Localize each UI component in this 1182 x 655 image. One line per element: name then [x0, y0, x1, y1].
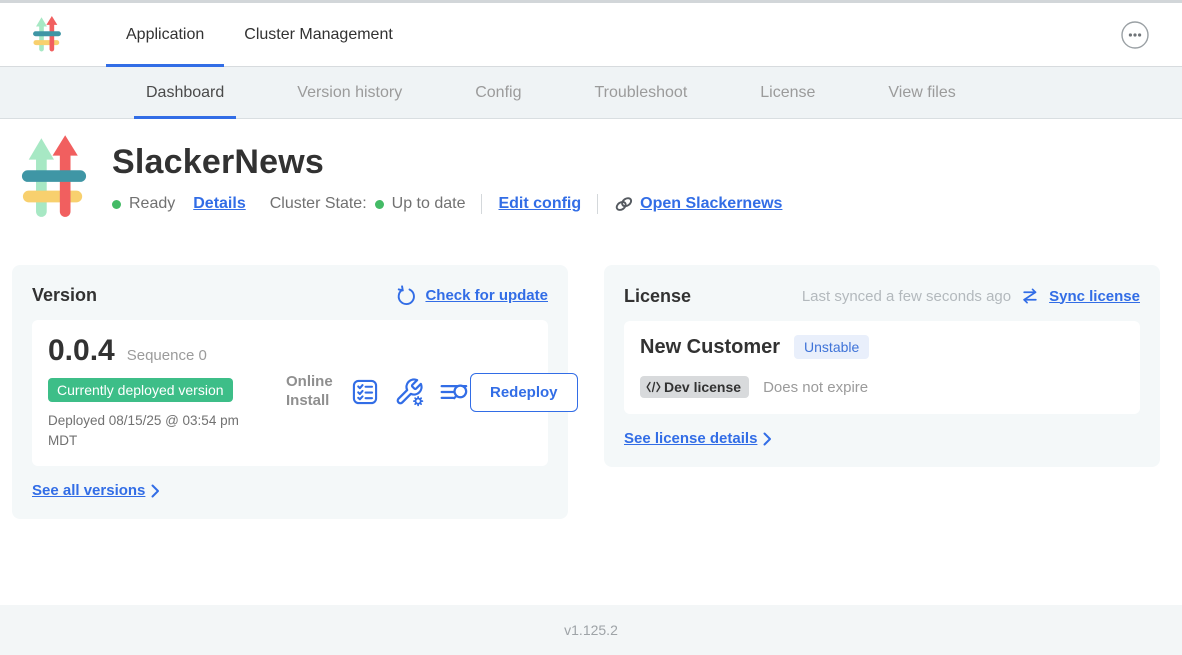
customer-name: New Customer	[640, 336, 780, 359]
check-for-update-link[interactable]: Check for update	[425, 287, 548, 304]
subtab-dashboard[interactable]: Dashboard	[134, 67, 236, 118]
divider	[481, 194, 482, 214]
more-menu-button[interactable]	[1120, 20, 1150, 50]
version-card-header: Version Check for update	[32, 285, 548, 306]
see-license-details-link[interactable]: See license details	[624, 430, 757, 447]
license-card-header: License Last synced a few seconds ago Sy…	[624, 285, 1140, 307]
deployed-badge: Currently deployed version	[48, 378, 233, 402]
app-status-text: Ready	[129, 195, 175, 213]
top-tabs: Application Cluster Management	[106, 3, 413, 66]
divider	[597, 194, 598, 214]
chevron-right-icon	[151, 484, 160, 498]
subtab-config[interactable]: Config	[463, 67, 533, 118]
version-card: Version Check for update 0.0.4	[12, 265, 568, 519]
license-type-text: Dev license	[664, 379, 741, 395]
console-version-text: v1.125.2	[564, 622, 618, 638]
top-navbar: Application Cluster Management	[0, 3, 1182, 67]
version-card-title: Version	[32, 285, 97, 306]
license-details-panel: New Customer Unstable Dev license	[624, 321, 1140, 414]
redeploy-button[interactable]: Redeploy	[470, 373, 578, 412]
app-status-row: Ready Details Cluster State: Up to date …	[112, 194, 782, 214]
sync-arrows-icon	[1020, 285, 1040, 307]
version-number: 0.0.4	[48, 334, 115, 368]
app-header: SlackerNews Ready Details Cluster State:…	[20, 135, 1182, 223]
current-version-panel: 0.0.4 Sequence 0 Currently deployed vers…	[32, 320, 548, 466]
see-all-versions-link[interactable]: See all versions	[32, 482, 145, 499]
open-app-link-text[interactable]: Open Slackernews	[640, 195, 782, 213]
subtab-license[interactable]: License	[748, 67, 827, 118]
tab-cluster-management[interactable]: Cluster Management	[224, 3, 413, 66]
wrench-gear-icon	[394, 377, 424, 407]
chevron-right-icon	[763, 432, 772, 446]
license-card: License Last synced a few seconds ago Sy…	[604, 265, 1160, 467]
app-status-dot-icon	[112, 200, 121, 209]
dashboard-main: SlackerNews Ready Details Cluster State:…	[0, 135, 1182, 519]
subtab-version-history[interactable]: Version history	[285, 67, 414, 118]
tab-application[interactable]: Application	[106, 3, 224, 66]
version-actions: Online Install	[286, 373, 470, 411]
code-brackets-icon	[646, 381, 661, 393]
app-info: SlackerNews Ready Details Cluster State:…	[112, 135, 782, 223]
preflight-checks-button[interactable]	[351, 378, 379, 406]
license-card-footer: See license details	[624, 430, 1140, 447]
console-footer: v1.125.2	[0, 605, 1182, 655]
version-card-footer: See all versions	[32, 482, 548, 499]
chain-link-icon	[614, 194, 634, 214]
last-synced-text: Last synced a few seconds ago	[802, 288, 1011, 305]
details-link[interactable]: Details	[193, 195, 245, 213]
install-type-label: Online Install	[286, 373, 336, 411]
app-subnav: Dashboard Version history Config Trouble…	[0, 67, 1182, 119]
cluster-state-value: Up to date	[392, 195, 466, 213]
redeploy-area: Redeploy	[470, 373, 578, 412]
license-card-title: License	[624, 286, 691, 307]
version-details: 0.0.4 Sequence 0 Currently deployed vers…	[48, 334, 280, 450]
app-logo-icon	[32, 16, 62, 54]
ellipsis-icon	[1120, 20, 1150, 50]
dashboard-cards: Version Check for update 0.0.4	[12, 265, 1170, 519]
sync-license-link[interactable]: Sync license	[1049, 288, 1140, 305]
cluster-state-dot-icon	[375, 200, 384, 209]
channel-badge: Unstable	[794, 335, 869, 359]
subtab-view-files[interactable]: View files	[876, 67, 967, 118]
open-app-link[interactable]: Open Slackernews	[614, 194, 782, 214]
deployed-timestamp: Deployed 08/15/25 @ 03:54 pm MDT	[48, 411, 258, 450]
app-logo-large-icon	[20, 135, 88, 223]
view-config-button[interactable]	[394, 377, 424, 407]
version-sequence: Sequence 0	[127, 347, 207, 364]
edit-config-link[interactable]: Edit config	[498, 195, 581, 213]
refresh-icon	[395, 285, 416, 306]
deploy-logs-button[interactable]	[439, 378, 470, 406]
page-title: SlackerNews	[112, 143, 782, 182]
subtab-troubleshoot[interactable]: Troubleshoot	[582, 67, 699, 118]
checklist-icon	[351, 378, 379, 406]
license-type-badge: Dev license	[640, 376, 749, 398]
license-expiration: Does not expire	[763, 379, 868, 396]
logs-magnifier-icon	[439, 378, 470, 406]
cluster-state-label: Cluster State:	[270, 195, 367, 213]
